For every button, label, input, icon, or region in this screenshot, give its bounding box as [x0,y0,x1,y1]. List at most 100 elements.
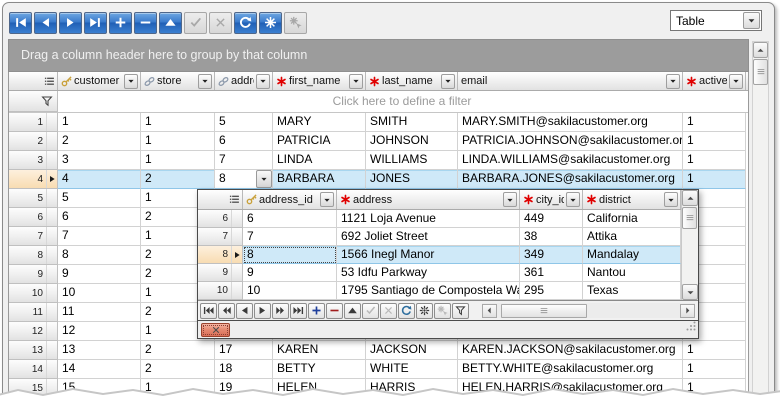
cell-email[interactable]: MARY.SMITH@sakilacustomer.org [458,113,683,132]
table-row[interactable]: 2216PATRICIAJOHNSONPATRICIA.JOHNSON@saki… [9,132,748,151]
store-filter-dropdown[interactable] [198,74,212,89]
cell-address[interactable]: 8 [215,170,273,189]
cell-address[interactable]: 5 [215,113,273,132]
cell-address_id[interactable]: 6 [243,210,337,228]
row-indicator[interactable]: 7 [9,227,58,246]
cell-district[interactable]: Mandalay [583,246,681,264]
cell-last_name[interactable]: JOHNSON [366,132,458,151]
row-indicator[interactable]: 9 [198,264,243,282]
delete-record-button[interactable] [326,303,343,319]
cell-city_id[interactable]: 349 [520,246,583,264]
dropdown-row[interactable]: 10101795 Santiago de Compostela Way295Te… [198,282,698,300]
district-filter-dropdown[interactable] [664,192,678,207]
cell-first_name[interactable]: KAREN [273,341,366,360]
cell-customer[interactable]: 1 [58,113,141,132]
cell-store[interactable]: 2 [141,360,215,379]
row-indicator[interactable]: 3 [9,151,58,170]
city_id-column-header[interactable]: city_id [520,190,583,209]
cell-customer[interactable]: 3 [58,151,141,170]
cell-address[interactable]: 18 [215,360,273,379]
refresh-records-button[interactable] [398,303,415,319]
scrollbar-down-button[interactable] [682,284,698,300]
resize-grip[interactable] [685,319,697,337]
cell-store[interactable]: 1 [141,151,215,170]
cell-email[interactable]: BETTY.WHITE@sakilacustomer.org [458,360,683,379]
cell-email[interactable]: LINDA.WILLIAMS@sakilacustomer.org [458,151,683,170]
delete-record-button[interactable] [134,12,157,34]
cell-customer[interactable]: 6 [58,208,141,227]
active-column-header[interactable]: active [683,72,746,90]
editor-dropdown-button[interactable] [256,170,272,188]
last-record-button[interactable] [84,12,107,34]
cell-address[interactable]: 6 [215,132,273,151]
cell-address[interactable]: 692 Joliet Street [337,228,520,246]
cell-active[interactable]: 1 [683,113,746,132]
cell-address_id[interactable]: 9 [243,264,337,282]
insert-record-button[interactable] [308,303,325,319]
cell-email[interactable]: PATRICIA.JOHNSON@sakilacustomer.org [458,132,683,151]
save-bookmark-button[interactable] [259,12,282,34]
cell-district[interactable]: Attika [583,228,681,246]
cell-first_name[interactable]: BARBARA [273,170,366,189]
cell-address[interactable]: 53 Idfu Parkway [337,264,520,282]
refresh-records-button[interactable] [234,12,257,34]
group-by-panel[interactable]: Drag a column header here to group by th… [8,39,749,72]
filter-row-text[interactable]: Click here to define a filter [58,91,746,112]
cell-city_id[interactable]: 295 [520,282,583,300]
row-indicator[interactable]: 12 [9,322,58,341]
table-row[interactable]: 3317LINDAWILLIAMSLINDA.WILLIAMS@sakilacu… [9,151,748,170]
cell-store[interactable]: 1 [141,113,215,132]
district-column-header[interactable]: district [583,190,681,209]
scrollbar-thumb[interactable] [753,59,768,85]
horizontal-scrollbar[interactable] [482,303,695,318]
cell-first_name[interactable]: BETTY [273,360,366,379]
address-column-header[interactable]: address [337,190,520,209]
dropdown-vertical-scrollbar[interactable] [681,190,698,300]
address_id-filter-dropdown[interactable] [320,192,334,207]
row-indicator[interactable]: 13 [9,341,58,360]
row-indicator[interactable]: 6 [9,208,58,227]
customer-column-header[interactable]: customer [58,72,141,90]
cell-city_id[interactable]: 361 [520,264,583,282]
scrollbar-thumb[interactable] [682,207,697,229]
cell-address[interactable]: 1795 Santiago de Compostela Way [337,282,520,300]
edit-record-button[interactable] [344,303,361,319]
save-bookmark-button[interactable] [416,303,433,319]
filter-row[interactable]: Click here to define a filter [9,91,748,113]
cell-first_name[interactable]: PATRICIA [273,132,366,151]
cell-store[interactable]: 2 [141,170,215,189]
close-dropdown-button[interactable] [201,323,230,337]
cell-last_name[interactable]: SMITH [366,113,458,132]
cell-address_id[interactable]: 7 [243,228,337,246]
row-indicator[interactable]: 14 [9,360,58,379]
cell-address_id[interactable]: 10 [243,282,337,300]
row-indicator[interactable]: 10 [9,284,58,303]
address_id-column-header[interactable]: address_id [243,190,337,209]
next-page-button[interactable] [272,303,289,319]
cell-address[interactable]: 1121 Loja Avenue [337,210,520,228]
row-indicator[interactable]: 8 [198,246,243,264]
vertical-scrollbar[interactable] [752,41,769,404]
dropdown-row[interactable]: 77692 Joliet Street38Attika [198,228,698,246]
cell-customer[interactable]: 10 [58,284,141,303]
next-record-button[interactable] [254,303,271,319]
dropdown-row[interactable]: 661121 Loja Avenue449California [198,210,698,228]
cell-email[interactable]: BARBARA.JONES@sakilacustomer.org [458,170,683,189]
row-indicator[interactable]: 1 [9,113,58,132]
cell-address[interactable]: 7 [215,151,273,170]
grid-corner-cell[interactable] [9,72,58,90]
row-indicator[interactable]: 11 [9,303,58,322]
view-mode-select[interactable]: Table [670,10,762,31]
cell-last_name[interactable]: JACKSON [366,341,458,360]
cell-city_id[interactable]: 38 [520,228,583,246]
cell-customer[interactable]: 9 [58,265,141,284]
cell-customer[interactable]: 11 [58,303,141,322]
cell-customer[interactable]: 8 [58,246,141,265]
cell-last_name[interactable]: WILLIAMS [366,151,458,170]
row-indicator[interactable]: 9 [9,265,58,284]
row-indicator[interactable]: 2 [9,132,58,151]
prior-record-button[interactable] [34,12,57,34]
address-column-header[interactable]: address [215,72,273,90]
cell-address[interactable]: 17 [215,341,273,360]
table-row[interactable]: 4428BARBARAJONESBARBARA.JONES@sakilacust… [9,170,748,189]
